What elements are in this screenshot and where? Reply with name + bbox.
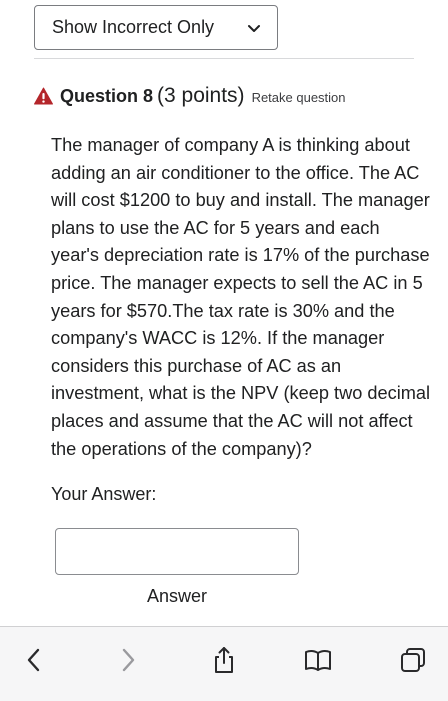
back-icon (27, 648, 40, 672)
forward-button[interactable] (111, 643, 145, 677)
divider (34, 58, 414, 59)
share-icon (215, 647, 233, 673)
question-header: Question 8 (3 points) Retake question (34, 84, 346, 108)
question-text: The manager of company A is thinking abo… (51, 135, 431, 459)
filter-dropdown[interactable]: Show Incorrect Only (34, 5, 278, 50)
browser-toolbar (0, 626, 448, 701)
back-button[interactable] (17, 643, 51, 677)
bookmarks-icon (305, 649, 331, 671)
your-answer-label: Your Answer: (51, 484, 157, 504)
question-points: (3 points) (157, 84, 245, 107)
question-title: Question 8 (60, 86, 154, 106)
retake-question-link[interactable]: Retake question (252, 90, 346, 105)
warning-icon (34, 87, 53, 105)
tabs-button[interactable] (396, 643, 430, 677)
answer-input[interactable] (55, 528, 299, 575)
filter-dropdown-label: Show Incorrect Only (52, 17, 215, 37)
forward-icon (122, 648, 135, 672)
chevron-down-icon (248, 24, 260, 32)
bookmarks-button[interactable] (301, 643, 335, 677)
share-button[interactable] (207, 643, 241, 677)
tabs-icon (401, 648, 425, 672)
answer-field-label: Answer (146, 586, 208, 606)
